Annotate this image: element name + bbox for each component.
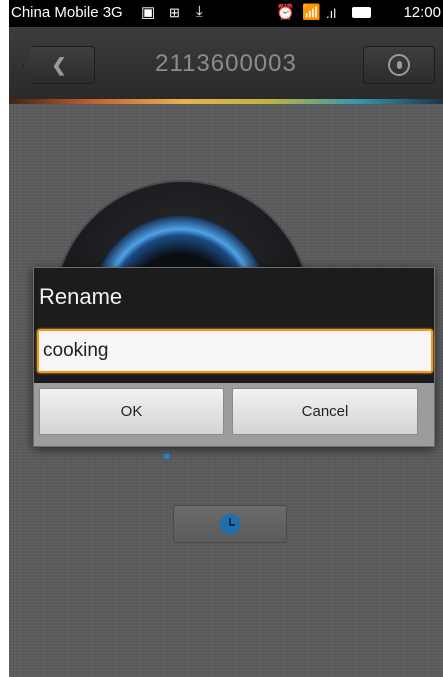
user-button[interactable] — [363, 46, 435, 84]
schedule-button[interactable] — [173, 505, 287, 543]
alarm-icon: ⏰ — [276, 4, 295, 21]
signal-icon: .ıl — [326, 6, 337, 21]
rename-input[interactable]: cooking — [37, 329, 433, 373]
clock-icon — [220, 514, 240, 534]
dialog-button-bar: OK Cancel — [34, 383, 434, 446]
app-screen: China Mobile 3G ▣ ⊞ ⤓ ⏰ 📶 .ıl 12:00 ❮ 21… — [9, 0, 443, 677]
user-circle-icon — [388, 54, 410, 76]
indicator-dot — [164, 453, 170, 459]
cancel-button[interactable]: Cancel — [232, 388, 418, 435]
rename-dialog: Rename cooking OK Cancel — [33, 267, 435, 447]
grid-icon: ⊞ — [169, 5, 180, 20]
title-bar: ❮ 2113600003 — [9, 27, 443, 99]
clock-time: 12:00 — [403, 4, 441, 21]
image-icon: ▣ — [141, 4, 156, 21]
ok-button[interactable]: OK — [39, 388, 224, 435]
status-bar: China Mobile 3G ▣ ⊞ ⤓ ⏰ 📶 .ıl 12:00 — [9, 0, 443, 27]
carrier-label: China Mobile 3G — [11, 4, 123, 21]
wifi-icon: 📶 — [302, 4, 321, 21]
battery-icon — [352, 7, 371, 18]
dialog-title: Rename — [39, 284, 123, 309]
download-icon: ⤓ — [196, 3, 203, 20]
